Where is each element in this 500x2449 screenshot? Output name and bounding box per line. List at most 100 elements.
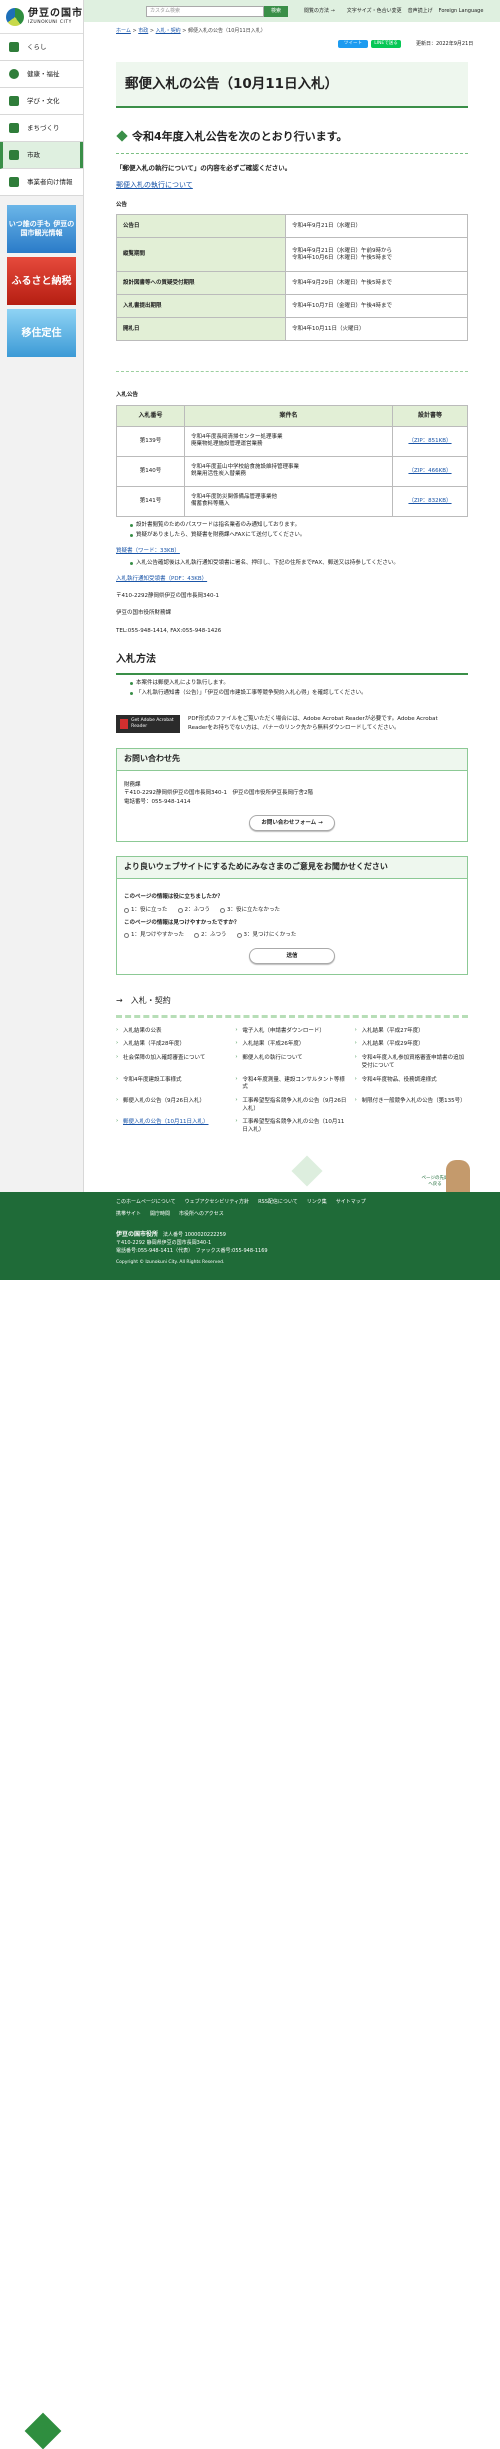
crumb-current: 郵便入札の公告（10月11日入札） [188, 28, 266, 34]
category-link[interactable]: 入札結果（平成26年度） [235, 1041, 348, 1049]
category-link[interactable]: 工事希望型指名競争入札の公告（9月26日入札） [235, 1097, 348, 1113]
site-footer: このホームページについて ウェブアクセシビリティ方針 RSS配信について リンク… [0, 1192, 500, 2449]
method-title: 入札方法 [116, 653, 468, 675]
category-link[interactable]: 郵便入札の執行について [235, 1054, 348, 1070]
table-row: 第141号 令和4年度防災関係備品管理事業他 備蓄食料等購入 （ZIP：832KB） [116, 485, 468, 517]
bid-label: 入札公告 [116, 392, 139, 399]
category-link[interactable]: 制限付き一般競争入札の公告（第135号） [355, 1097, 468, 1113]
notice-label: 公告 [116, 202, 128, 209]
book-icon [9, 96, 19, 106]
table-row: 第140号 令和4年度韮山中学校給食施設維持管理事業 鋭業用活性炭入替業務 （ZIP… [116, 455, 468, 487]
site-name: 伊豆の国市 [28, 7, 83, 19]
category-link[interactable]: 入札結果の公表 [116, 1027, 229, 1036]
footer-links: このホームページについて ウェブアクセシビリティ方針 RSS配信について リンク… [116, 1199, 366, 1205]
updated-date: 更新日：2022年9月21日 [416, 40, 474, 47]
zip-link[interactable]: （ZIP：466KB） [408, 468, 451, 474]
notes-list: 設計書閲覧のためのパスワードは指名業者のみ通知しております。 質疑がありましたら… [116, 522, 468, 540]
nav-item-kurashi[interactable]: くらし [0, 34, 83, 61]
search-input[interactable]: カスタム検索 [146, 5, 264, 17]
site-name-en: IZUNOKUNI CITY [28, 20, 72, 26]
survey-radio[interactable]: 1：見つけやすかった [124, 931, 184, 940]
banner-furusato[interactable]: ふるさと納税 [7, 257, 76, 305]
nav-item-health[interactable]: 健康・福祉 [0, 61, 83, 88]
schedule-table: 公告日 令和4年9月21日（水曜日） 縦覧期間 令和4年9月21日（水曜日）午前9時… [116, 214, 468, 342]
survey-radio[interactable]: 3：役に立たなかった [220, 906, 280, 915]
tweet-button[interactable]: ツイート [338, 40, 368, 48]
bid-table: 入札番号 案件名 設計書等 第139号 令和4年度長岡清掃センター処理事業 廃棄物処理… [116, 404, 468, 517]
house-icon [9, 42, 19, 52]
category-link[interactable]: 郵便入札の公告（9月26日入札） [116, 1097, 229, 1113]
crumb-shisei[interactable]: 市政 [138, 28, 148, 34]
category-link[interactable]: 令和4年度建設工事様式 [116, 1076, 229, 1092]
pie-icon [9, 150, 19, 160]
link-voice[interactable]: 音声読上げ [408, 8, 433, 15]
survey-radio[interactable]: 3：見つけにくかった [236, 931, 296, 940]
list-item: 本案件は郵便入札により執行します。 [130, 680, 468, 687]
link-font-size[interactable]: 文字サイズ・色合い変更 [347, 8, 402, 15]
acrobat-icon [120, 718, 129, 729]
list-item: 設計書閲覧のためのパスワードは指名業者のみ通知しております。 [130, 522, 468, 529]
main-content: 郵便入札の公告（10月11日入札） 令和4年度入札公告を次のとおり行います。 「… [116, 62, 468, 976]
breadcrumb: ホーム > 市政 > 入札・契約 > 郵便入札の公告（10月11日入札） [116, 28, 266, 34]
category-link[interactable]: 入札結果（平成29年度） [355, 1041, 468, 1049]
people-icon [9, 177, 19, 187]
survey-radio[interactable]: 1：役に立った [124, 906, 168, 915]
category-link[interactable]: 入札結果（平成27年度） [355, 1027, 468, 1036]
category-link[interactable]: 令和4年度入札参加資格審査申請書の追加受付について [355, 1054, 468, 1070]
contact-form-button[interactable]: お問い合わせフォーム → [249, 815, 335, 831]
nav-item-business[interactable]: 事業者向け情報 [0, 169, 83, 196]
city-emblem-icon [6, 7, 24, 26]
category-title: → 入札・契約 [116, 996, 468, 1018]
section-heading: 令和4年度入札公告を次のとおり行います。 [116, 130, 468, 154]
survey-radio[interactable]: 2：ふつう [194, 931, 227, 940]
page-title: 郵便入札の公告（10月11日入札） [116, 62, 468, 108]
link-browsing[interactable]: 閲覧の方法 → [304, 8, 335, 15]
survey-box: より良いウェブサイトにするためにみなさまのご意見をお聞かせください このページの… [116, 856, 468, 976]
nav-item-shisei[interactable]: 市政 [0, 142, 83, 169]
list-item: 入札公告確認後は入札執行通知受領書に署名、押印し、下記の住所までFAX、郵送又は… [130, 560, 468, 567]
survey-title: より良いウェブサイトにするためにみなさまのご意見をお聞かせください [117, 857, 467, 879]
table-row: 入札書提出期限 令和4年10月7日（金曜日）午後4時まで [116, 294, 468, 319]
address-line: 〒410-2292静岡県伊豆の国市長岡340-1 [116, 593, 219, 599]
site-logo[interactable]: 伊豆の国市 IZUNOKUNI CITY [0, 0, 83, 34]
link-foreign[interactable]: Foreign Language [439, 8, 484, 15]
share-bar: ツイート LINEで送る 更新日：2022年9月21日 [338, 40, 473, 48]
sidebar: 伊豆の国市 IZUNOKUNI CITY くらし 健康・福祉 学び・文化 まちづ… [0, 0, 84, 1192]
acrobat-notice: Get Adobe Acrobat Reader PDF形式のファイルをご覧いた… [116, 714, 468, 734]
decoration [291, 1155, 323, 1187]
question-form-link[interactable]: 質疑書（ワード：33KB） [116, 548, 468, 555]
table-row: 開札日 令和4年10月11日（火曜日） [116, 317, 468, 342]
banner-tourism[interactable]: いつ誰の手も 伊豆の国市観光情報 [7, 205, 76, 253]
category-link[interactable]: 工事希望型指名競争入札の公告（10月11日入札） [235, 1118, 348, 1134]
decoration [24, 2412, 62, 2449]
category-link[interactable]: 入札結果（平成28年度） [116, 1041, 229, 1049]
contact-box: お問い合わせ先 財務課 〒410-2292静岡県伊豆の国市長岡340-1 伊豆の… [116, 747, 468, 842]
crumb-home[interactable]: ホーム [116, 28, 131, 34]
banner-iju[interactable]: 移住定住 [7, 309, 76, 357]
category-link[interactable]: 電子入札（申請書ダウンロード） [235, 1027, 348, 1036]
survey-radio[interactable]: 2：ふつう [177, 906, 210, 915]
submit-button[interactable]: 送信 [249, 948, 335, 965]
nav-item-town[interactable]: まちづくり [0, 115, 83, 142]
table-row: 縦覧期間 令和4年9月21日（水曜日）午前9時から 令和4年10月6日（木曜日）午… [116, 237, 468, 273]
list-item: 「入札執行通知書（公告）」「伊豆の国市建設工事等競争契約入札心得」を確認してくだ… [130, 690, 468, 697]
nav-item-learning[interactable]: 学び・文化 [0, 88, 83, 115]
search-button[interactable]: 検索 [264, 5, 288, 17]
zip-link[interactable]: （ZIP：851KB） [408, 438, 451, 444]
category-link[interactable]: 令和4年度測量、建設コンサルタント等様式 [235, 1076, 348, 1092]
intro-link[interactable]: 郵便入札の執行について [116, 181, 468, 190]
table-row: 設計図書等への質疑受付期限 令和4年9月29日（木曜日）午後5時まで [116, 271, 468, 296]
category-link[interactable]: 社会保障の加入確認審査について [116, 1054, 229, 1070]
category-link[interactable]: 郵便入札の公告（10月11日入札） [116, 1118, 229, 1134]
contact-title: お問い合わせ先 [117, 748, 467, 771]
table-row: 公告日 令和4年9月21日（水曜日） [116, 214, 468, 239]
building-icon [9, 123, 19, 133]
crumb-bid[interactable]: 入札・契約 [156, 28, 181, 34]
receipt-link[interactable]: 入札執行通知受領書（PDF：43KB） [116, 576, 468, 583]
acrobat-banner[interactable]: Get Adobe Acrobat Reader [116, 714, 180, 733]
line-button[interactable]: LINEで送る [371, 40, 401, 48]
category-link[interactable]: 令和4年度物品、役務調達様式 [355, 1076, 468, 1092]
health-icon [9, 69, 19, 79]
category-nav: → 入札・契約 入札結果の公表電子入札（申請書ダウンロード） 入札結果（平成27年… [116, 996, 468, 1135]
zip-link[interactable]: （ZIP：832KB） [408, 498, 451, 504]
